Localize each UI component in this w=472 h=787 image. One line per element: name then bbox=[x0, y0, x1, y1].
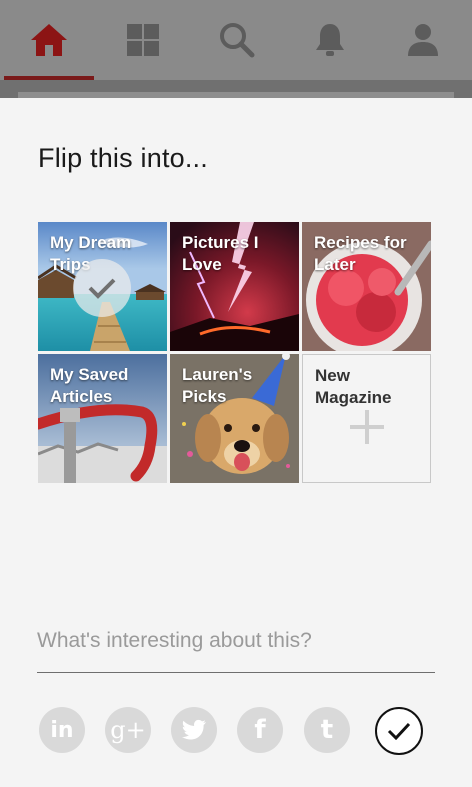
checkmark-icon bbox=[387, 722, 411, 740]
grid-icon bbox=[127, 24, 159, 56]
nav-search[interactable] bbox=[190, 0, 284, 80]
background-content bbox=[0, 80, 472, 102]
nav-profile[interactable] bbox=[376, 0, 470, 80]
facebook-icon: f bbox=[254, 715, 266, 745]
share-tumblr-button[interactable]: t bbox=[304, 707, 350, 753]
magazine-tile-new[interactable]: New Magazine bbox=[302, 354, 431, 483]
magazine-label: Pictures I Love bbox=[182, 233, 259, 274]
comment-input[interactable] bbox=[37, 610, 435, 673]
top-navigation-bar bbox=[0, 0, 472, 80]
search-icon bbox=[220, 23, 255, 58]
confirm-button[interactable] bbox=[375, 707, 423, 755]
sheet-title: Flip this into... bbox=[38, 143, 208, 173]
home-icon bbox=[31, 24, 67, 56]
magazine-tile-recipes[interactable]: Recipes for Later bbox=[302, 222, 431, 351]
share-google-plus-button[interactable]: g+ bbox=[105, 707, 151, 753]
magazine-label: Lauren's Picks bbox=[182, 365, 253, 406]
selected-checkmark-icon bbox=[73, 259, 131, 317]
google-plus-icon: g+ bbox=[110, 716, 146, 744]
bell-icon bbox=[316, 24, 344, 56]
share-twitter-button[interactable] bbox=[171, 707, 217, 753]
magazine-label: Recipes for Later bbox=[314, 233, 407, 274]
linkedin-icon: in bbox=[50, 717, 74, 743]
magazine-tile-pictures[interactable]: Pictures I Love bbox=[170, 222, 299, 351]
magazine-tile-laurens-picks[interactable]: Lauren's Picks bbox=[170, 354, 299, 483]
tumblr-icon: t bbox=[320, 715, 334, 745]
share-facebook-button[interactable]: f bbox=[237, 707, 283, 753]
nav-grid[interactable] bbox=[96, 0, 190, 80]
magazine-tile-dream-trips[interactable]: My Dream Trips bbox=[38, 222, 167, 351]
share-linkedin-button[interactable]: in bbox=[39, 707, 85, 753]
magazine-label: My Saved Articles bbox=[50, 365, 129, 406]
twitter-icon bbox=[182, 719, 206, 740]
person-icon bbox=[408, 24, 438, 56]
nav-notifications[interactable] bbox=[283, 0, 377, 80]
flip-sheet: Flip this into... My Dream Trips Picture… bbox=[0, 98, 472, 787]
plus-icon bbox=[350, 410, 384, 444]
nav-home[interactable] bbox=[2, 0, 96, 80]
magazine-tile-saved-articles[interactable]: My Saved Articles bbox=[38, 354, 167, 483]
magazine-label: New Magazine bbox=[315, 366, 392, 407]
